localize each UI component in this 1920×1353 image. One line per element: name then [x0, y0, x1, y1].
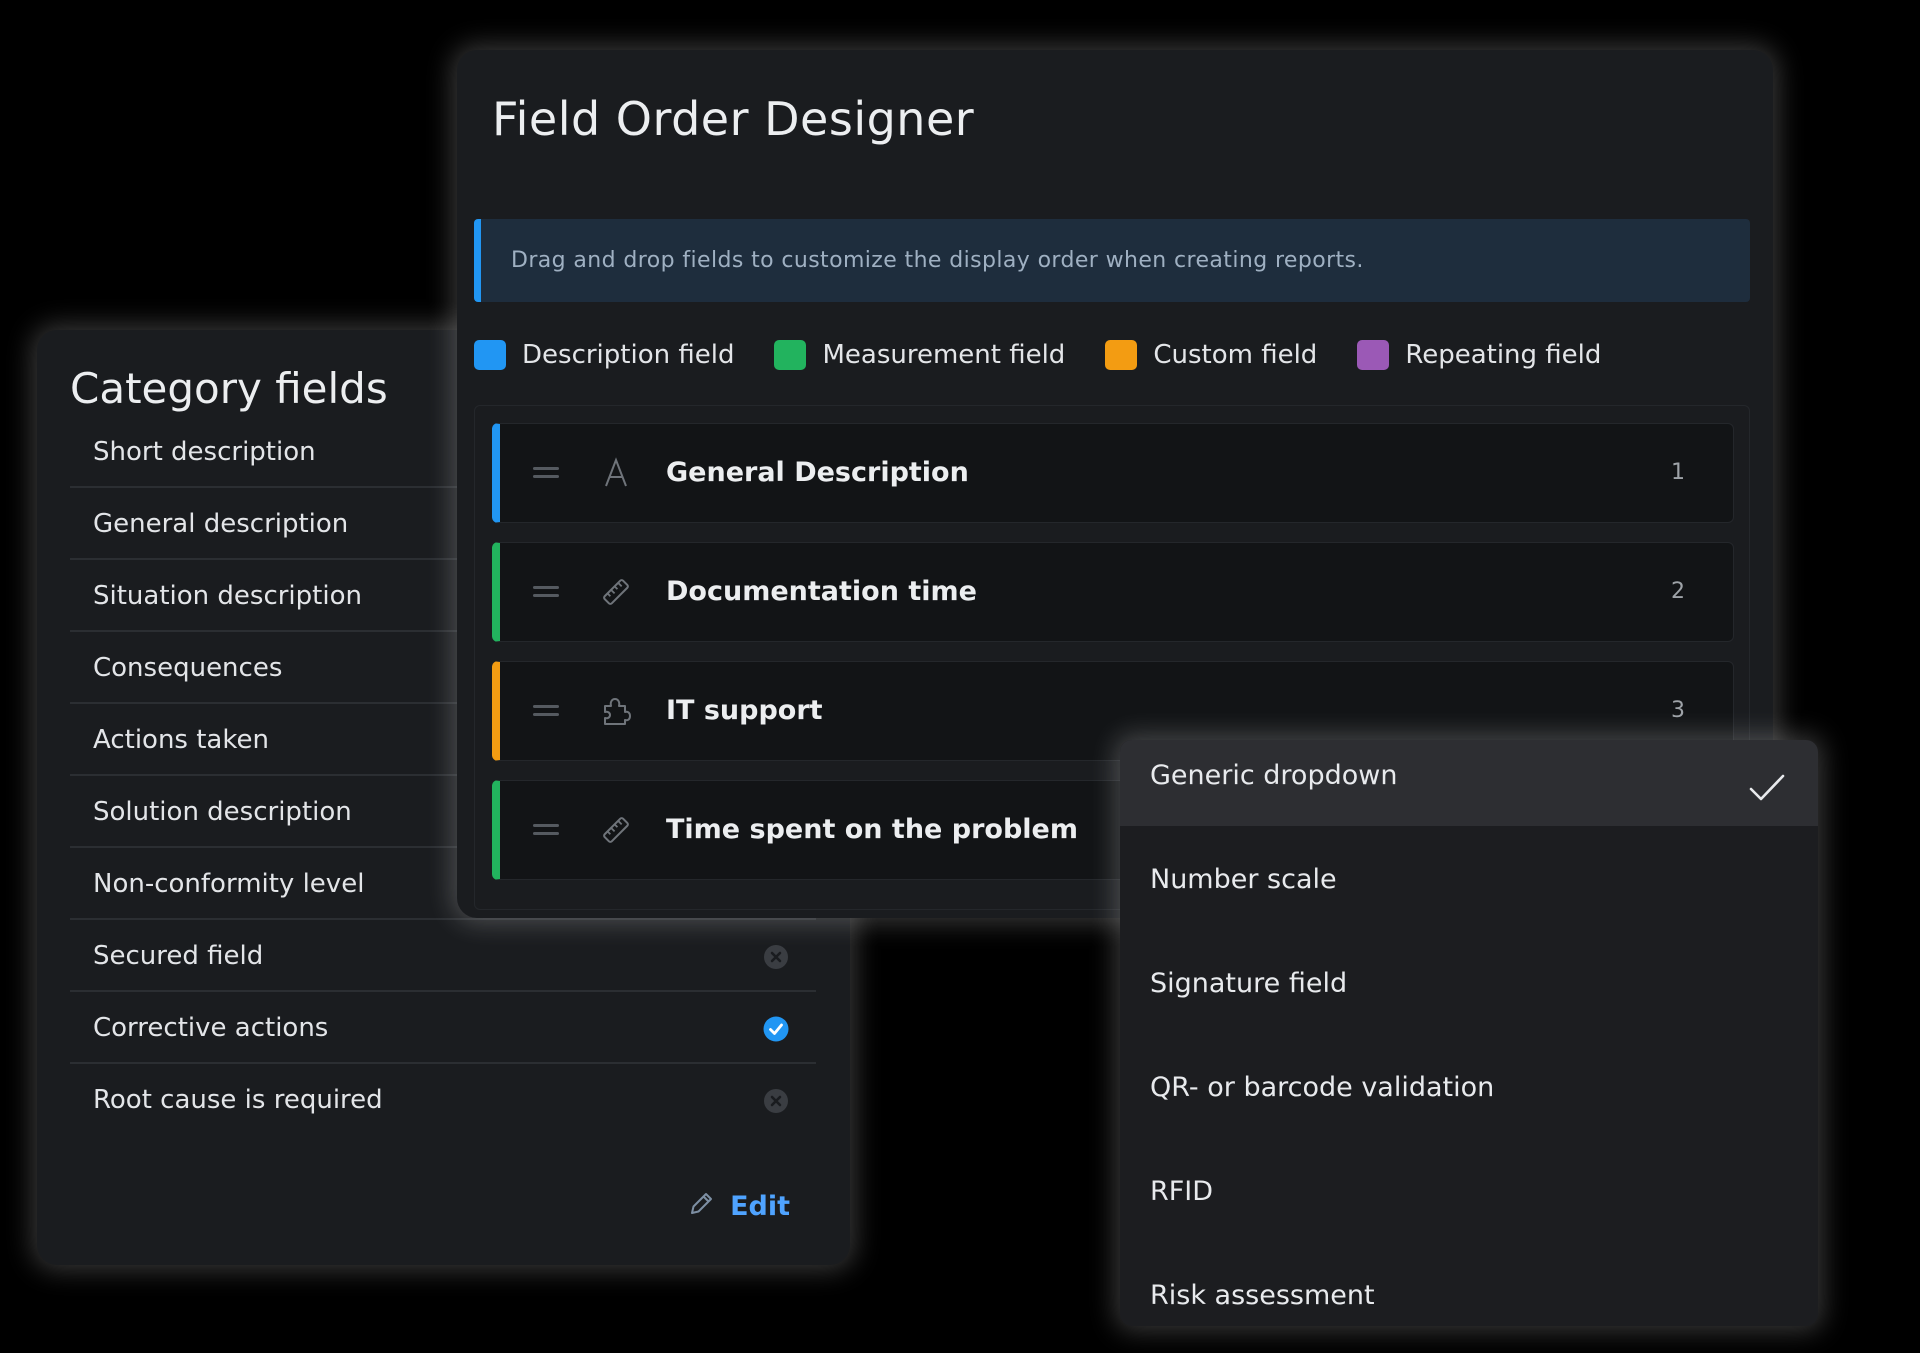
category-field-label: Actions taken: [93, 725, 269, 755]
legend-swatch: [1105, 340, 1138, 370]
category-field-label: Short description: [93, 437, 316, 467]
category-field-row[interactable]: Secured field: [70, 920, 816, 992]
category-field-label: Situation description: [93, 581, 362, 611]
edit-button[interactable]: Edit: [686, 1189, 790, 1223]
field-type-dropdown-menu: Generic dropdown Number scale Signature …: [1120, 740, 1818, 1326]
disabled-x-icon[interactable]: [763, 944, 789, 970]
field-order-number: 2: [1671, 579, 1685, 604]
category-field-label: Corrective actions: [93, 1013, 329, 1043]
category-fields-title: Category fields: [70, 364, 388, 413]
field-label: Documentation time: [666, 576, 977, 607]
legend-label: Repeating field: [1405, 340, 1602, 370]
drag-handle-icon[interactable]: [533, 821, 559, 839]
ruler-icon: [600, 575, 632, 609]
category-field-label: Solution description: [93, 797, 352, 827]
dropdown-option-risk-assessment[interactable]: Risk assessment: [1120, 1260, 1818, 1326]
field-order-number: 1: [1671, 460, 1685, 485]
drag-handle-icon[interactable]: [533, 583, 559, 601]
text-icon: [600, 456, 632, 490]
legend-item-repeating: Repeating field: [1357, 340, 1601, 370]
edit-label: Edit: [730, 1190, 790, 1222]
dropdown-options: Generic dropdown Number scale Signature …: [1120, 740, 1818, 1326]
dropdown-option-label: Generic dropdown: [1150, 760, 1398, 791]
legend-item-custom: Custom field: [1105, 340, 1317, 370]
puzzle-icon: [600, 694, 632, 728]
dropdown-option-qr-barcode-validation[interactable]: QR- or barcode validation: [1120, 1052, 1818, 1156]
enabled-check-icon[interactable]: [763, 1016, 789, 1042]
field-label: Time spent on the problem: [666, 814, 1078, 845]
dropdown-option-label: Signature field: [1150, 968, 1348, 999]
legend-swatch: [474, 340, 506, 370]
dropdown-option-signature-field[interactable]: Signature field: [1120, 948, 1818, 1052]
category-field-label: Secured field: [93, 941, 264, 971]
disabled-x-icon[interactable]: [763, 1088, 789, 1114]
category-field-label: General description: [93, 509, 349, 539]
legend-label: Description field: [522, 340, 735, 370]
category-field-row[interactable]: Corrective actions: [70, 992, 816, 1064]
field-type-legend: Description field Measurement field Cust…: [474, 340, 1601, 370]
checkmark-icon: [1748, 760, 1786, 832]
legend-label: Measurement field: [822, 340, 1066, 370]
category-field-label: Consequences: [93, 653, 283, 683]
pencil-icon: [686, 1189, 716, 1223]
info-text: Drag and drop fields to customize the di…: [511, 248, 1364, 273]
designer-title: Field Order Designer: [492, 92, 975, 146]
dropdown-option-label: Risk assessment: [1150, 1280, 1375, 1311]
dropdown-option-number-scale[interactable]: Number scale: [1120, 844, 1818, 948]
field-label: IT support: [666, 695, 823, 726]
drag-handle-icon[interactable]: [533, 702, 559, 720]
legend-item-description: Description field: [474, 340, 734, 370]
legend-item-measurement: Measurement field: [774, 340, 1065, 370]
dropdown-option-generic-dropdown[interactable]: Generic dropdown: [1120, 740, 1818, 826]
legend-swatch: [1357, 340, 1390, 370]
dropdown-option-label: RFID: [1150, 1176, 1214, 1207]
dropdown-option-label: Number scale: [1150, 864, 1337, 895]
ruler-icon: [600, 813, 632, 847]
legend-swatch: [774, 340, 807, 370]
dropdown-option-label: QR- or barcode validation: [1150, 1072, 1495, 1103]
field-label: General Description: [666, 457, 969, 488]
category-field-row[interactable]: Root cause is required: [70, 1064, 816, 1136]
info-banner: Drag and drop fields to customize the di…: [474, 219, 1750, 302]
category-field-label: Non-conformity level: [93, 869, 365, 899]
legend-label: Custom field: [1153, 340, 1318, 370]
dropdown-option-rfid[interactable]: RFID: [1120, 1156, 1818, 1260]
field-row-documentation-time[interactable]: Documentation time 2: [492, 542, 1734, 642]
drag-handle-icon[interactable]: [533, 464, 559, 482]
category-field-label: Root cause is required: [93, 1085, 383, 1115]
field-row-general-description[interactable]: General Description 1: [492, 423, 1734, 523]
